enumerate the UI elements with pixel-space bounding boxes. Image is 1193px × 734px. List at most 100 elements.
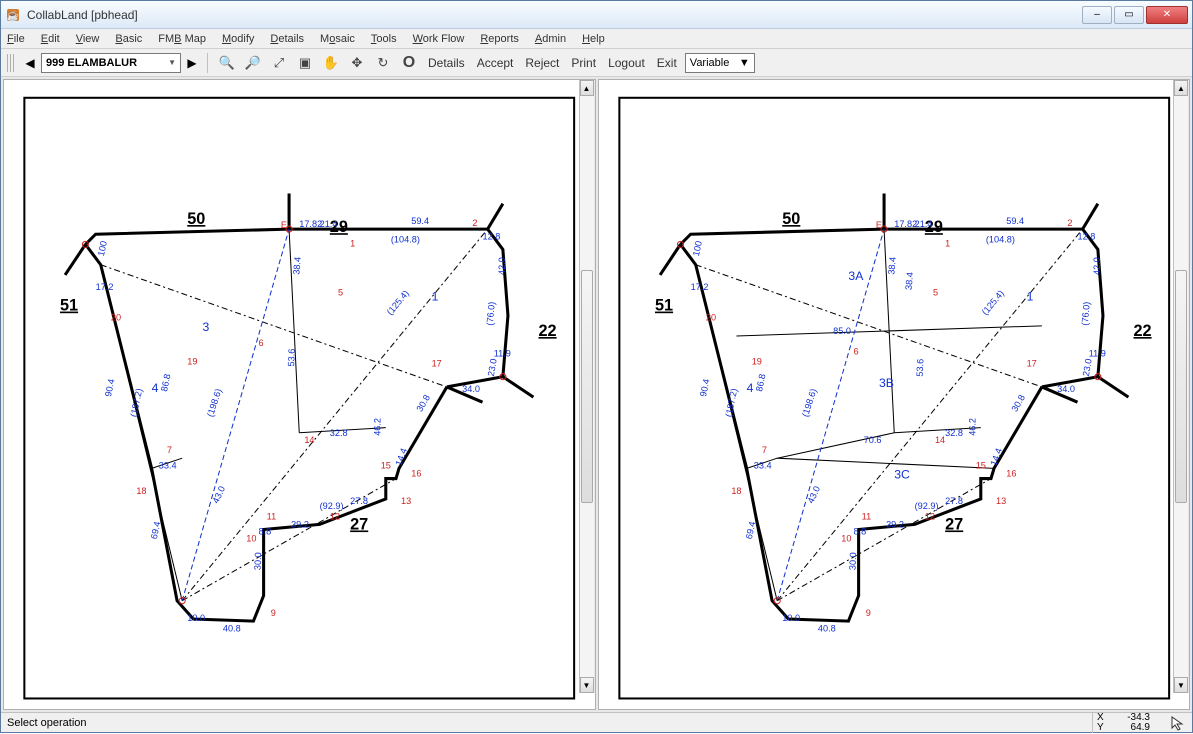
svg-text:(125.4): (125.4) — [385, 288, 411, 317]
svg-text:100: 100 — [96, 240, 109, 257]
svg-text:17: 17 — [432, 359, 442, 369]
app-window: ☕ CollabLand [pbhead] – ▭ ✕ File Edit Vi… — [0, 0, 1193, 733]
svg-text:42.0: 42.0 — [1091, 257, 1101, 275]
label-22: 22 — [539, 322, 557, 340]
svg-text:32.8: 32.8 — [330, 428, 348, 438]
menu-modify[interactable]: Modify — [222, 33, 254, 45]
svg-text:18: 18 — [136, 486, 146, 496]
survey-combo[interactable]: 999 ELAMBALUR▼ — [41, 53, 181, 73]
coordinate-readout: X-34.3 Y64.9 — [1092, 713, 1150, 733]
svg-text:7: 7 — [167, 445, 172, 455]
menu-mosaic[interactable]: Mosaic — [320, 33, 355, 45]
svg-text:20: 20 — [111, 313, 121, 323]
svg-text:14: 14 — [304, 435, 314, 445]
svg-text:(198.6): (198.6) — [800, 387, 818, 418]
svg-text:23.0: 23.0 — [1080, 358, 1093, 377]
details-button[interactable]: Details — [424, 56, 469, 70]
accept-button[interactable]: Accept — [473, 56, 518, 70]
nav-prev[interactable]: ◀ — [23, 54, 37, 72]
menu-reports[interactable]: Reports — [480, 33, 519, 45]
left-canvas[interactable]: 50 29 51 22 27 3 4 1 E 1 2 5 6 7 — [4, 80, 595, 710]
svg-text:46.2: 46.2 — [373, 418, 383, 436]
svg-text:2: 2 — [1067, 218, 1072, 228]
pan-icon[interactable]: ✋ — [320, 52, 342, 74]
svg-text:40.8: 40.8 — [223, 623, 241, 633]
statusbar: Select operation X-34.3 Y64.9 — [1, 712, 1192, 732]
svg-text:(125.4): (125.4) — [979, 288, 1005, 317]
menu-details[interactable]: Details — [270, 33, 304, 45]
reject-button[interactable]: Reject — [521, 56, 563, 70]
svg-text:43.0: 43.0 — [805, 484, 822, 504]
svg-text:50: 50 — [782, 210, 800, 228]
svg-text:1: 1 — [945, 238, 950, 248]
menu-fmb-map[interactable]: FMB Map — [158, 33, 206, 45]
svg-text:51: 51 — [654, 297, 672, 315]
svg-text:12: 12 — [924, 511, 934, 521]
print-button[interactable]: Print — [567, 56, 600, 70]
zoom-extent-icon[interactable]: ⤢ — [268, 52, 290, 74]
svg-text:10: 10 — [841, 534, 851, 544]
svg-text:59.4: 59.4 — [1006, 216, 1024, 226]
svg-text:33.4: 33.4 — [753, 460, 771, 470]
left-vscroll[interactable]: ▲▼ — [579, 80, 595, 693]
menu-workflow[interactable]: Work Flow — [413, 33, 465, 45]
svg-text:10: 10 — [246, 534, 256, 544]
menu-file[interactable]: File — [7, 33, 25, 45]
exit-button[interactable]: Exit — [653, 56, 681, 70]
svg-text:11.9: 11.9 — [1088, 348, 1105, 358]
zoom-window-icon[interactable]: ▣ — [294, 52, 316, 74]
svg-text:19: 19 — [187, 357, 197, 367]
svg-text:43.0: 43.0 — [211, 484, 228, 504]
svg-text:15: 15 — [381, 460, 391, 470]
svg-text:(92.9): (92.9) — [320, 501, 344, 511]
menu-view[interactable]: View — [76, 33, 100, 45]
svg-text:17: 17 — [1026, 359, 1036, 369]
svg-text:30.8: 30.8 — [414, 393, 432, 413]
svg-text:10.0: 10.0 — [782, 613, 800, 623]
menu-basic[interactable]: Basic — [115, 33, 142, 45]
minimize-button[interactable]: – — [1082, 6, 1112, 24]
svg-text:14: 14 — [934, 435, 944, 445]
svg-text:16: 16 — [411, 469, 421, 479]
svg-text:20: 20 — [705, 313, 715, 323]
svg-text:(187.2): (187.2) — [129, 387, 145, 417]
right-vscroll[interactable]: ▲▼ — [1173, 80, 1189, 693]
zoom-in-icon[interactable]: 🔍 — [216, 52, 238, 74]
svg-text:90.4: 90.4 — [103, 378, 116, 398]
svg-text:3: 3 — [203, 320, 210, 334]
label-50: 50 — [187, 210, 205, 228]
svg-text:9: 9 — [271, 608, 276, 618]
svg-text:2: 2 — [472, 218, 477, 228]
maximize-button[interactable]: ▭ — [1114, 6, 1144, 24]
svg-text:32.8: 32.8 — [945, 428, 963, 438]
menu-admin[interactable]: Admin — [535, 33, 566, 45]
menu-tools[interactable]: Tools — [371, 33, 397, 45]
logout-button[interactable]: Logout — [604, 56, 649, 70]
move-icon[interactable]: ✥ — [346, 52, 368, 74]
svg-text:30.0: 30.0 — [847, 552, 858, 570]
zoom-out-icon[interactable]: 🔎 — [242, 52, 264, 74]
menu-help[interactable]: Help — [582, 33, 605, 45]
svg-text:10.0: 10.0 — [187, 613, 205, 623]
svg-text:5: 5 — [932, 287, 937, 297]
titlebar[interactable]: ☕ CollabLand [pbhead] – ▭ ✕ — [1, 1, 1192, 29]
rotate-icon[interactable]: ↻ — [372, 52, 394, 74]
svg-text:16: 16 — [1006, 469, 1016, 479]
right-canvas[interactable]: 50 29 51 22 27 3A 3B 3C 4 1 E 1 2 5 6 7 — [599, 80, 1190, 710]
close-button[interactable]: ✕ — [1146, 6, 1188, 24]
svg-text:39.2: 39.2 — [886, 519, 904, 529]
svg-text:12: 12 — [330, 511, 340, 521]
toolbar-grip[interactable] — [7, 54, 15, 72]
svg-text:4: 4 — [746, 381, 753, 395]
menu-edit[interactable]: Edit — [41, 33, 60, 45]
nav-next[interactable]: ▶ — [185, 54, 199, 72]
svg-text:(187.2): (187.2) — [723, 387, 739, 417]
variable-combo[interactable]: Variable▼ — [685, 53, 755, 73]
svg-text:(198.6): (198.6) — [205, 387, 223, 418]
svg-text:8.8: 8.8 — [259, 527, 272, 537]
svg-text:5: 5 — [338, 287, 343, 297]
svg-text:18: 18 — [731, 486, 741, 496]
svg-text:1: 1 — [350, 238, 355, 248]
circle-icon[interactable]: O — [398, 52, 420, 74]
svg-text:30.8: 30.8 — [1009, 393, 1027, 413]
